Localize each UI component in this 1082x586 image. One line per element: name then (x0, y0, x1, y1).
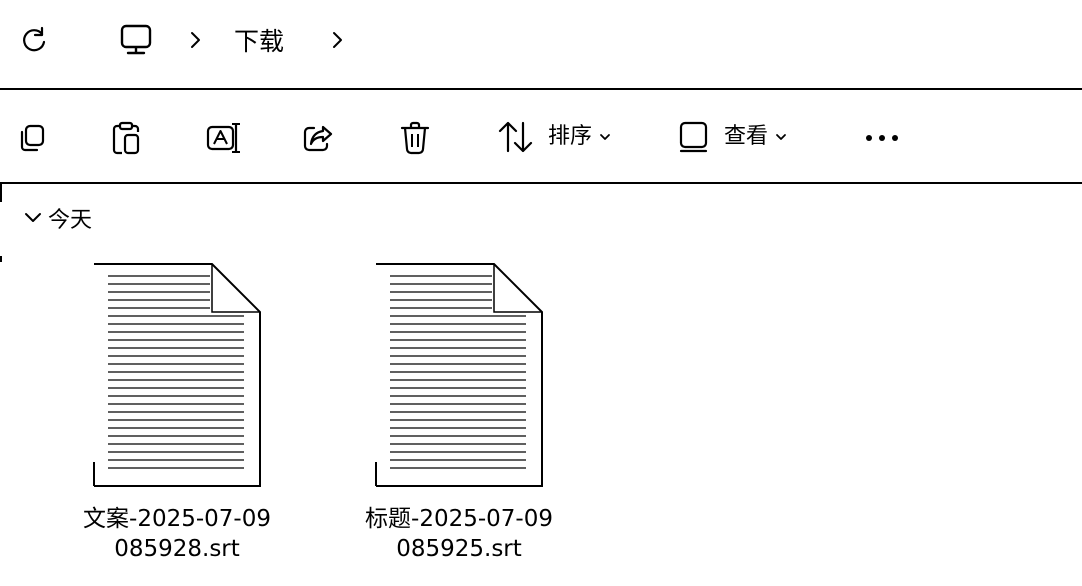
more-options-button[interactable] (860, 118, 904, 158)
refresh-button[interactable] (16, 22, 52, 58)
group-header-today[interactable]: 今天 (22, 202, 92, 234)
breadcrumb-this-pc[interactable] (114, 20, 158, 60)
file-item[interactable]: 标题-2025-07-09 085925.srt (344, 262, 564, 586)
file-name: 文案-2025-07-09 085928.srt (67, 504, 287, 564)
text-file-icon (375, 263, 543, 487)
breadcrumb-label: 下载 (234, 26, 285, 56)
refresh-icon (23, 26, 46, 52)
chevron-right-icon (191, 32, 200, 48)
paste-icon (112, 121, 140, 155)
view-button[interactable]: 查看 (676, 114, 806, 160)
file-item[interactable]: 文案-2025-07-09 085928.srt (62, 262, 282, 586)
sort-button[interactable]: 排序 (496, 114, 626, 160)
view-label: 查看 (724, 124, 769, 149)
file-explorer-window: 下载 排序 查看 今天 文案-2025-07-09 085928.srt 标题-… (0, 0, 1082, 586)
copy-button[interactable] (12, 118, 52, 158)
breadcrumb-downloads[interactable]: 下载 (234, 22, 284, 60)
share-button[interactable] (298, 118, 338, 158)
file-name-line: 标题-2025-07-09 (365, 506, 553, 532)
view-icon (679, 121, 708, 153)
monitor-icon (120, 24, 152, 55)
breadcrumb-separator[interactable] (184, 26, 206, 54)
file-name: 标题-2025-07-09 085925.srt (349, 504, 569, 564)
file-name-line: 085925.srt (396, 536, 522, 562)
share-icon (303, 125, 333, 152)
sort-label: 排序 (548, 124, 593, 149)
command-bar: 排序 查看 (0, 90, 1082, 184)
file-name-line: 085928.srt (114, 536, 240, 562)
text-file-icon (93, 263, 261, 487)
group-label: 今天 (48, 208, 93, 233)
paste-button[interactable] (106, 116, 146, 160)
chevron-down-icon (776, 134, 786, 140)
rename-button[interactable] (202, 116, 244, 160)
rename-icon (206, 123, 240, 153)
sort-icon (498, 121, 533, 153)
pane-edge-mark (0, 184, 2, 202)
delete-button[interactable] (395, 116, 435, 160)
file-name-line: 文案-2025-07-09 (83, 506, 271, 532)
more-icon (866, 135, 898, 141)
copy-icon (20, 124, 45, 152)
pane-edge-mark (0, 256, 2, 262)
chevron-down-icon (25, 213, 41, 222)
trash-icon (400, 121, 430, 155)
chevron-right-icon (333, 32, 342, 48)
breadcrumb-expand-button[interactable] (326, 26, 348, 54)
chevron-down-icon (600, 134, 610, 140)
address-bar: 下载 (0, 0, 1082, 90)
